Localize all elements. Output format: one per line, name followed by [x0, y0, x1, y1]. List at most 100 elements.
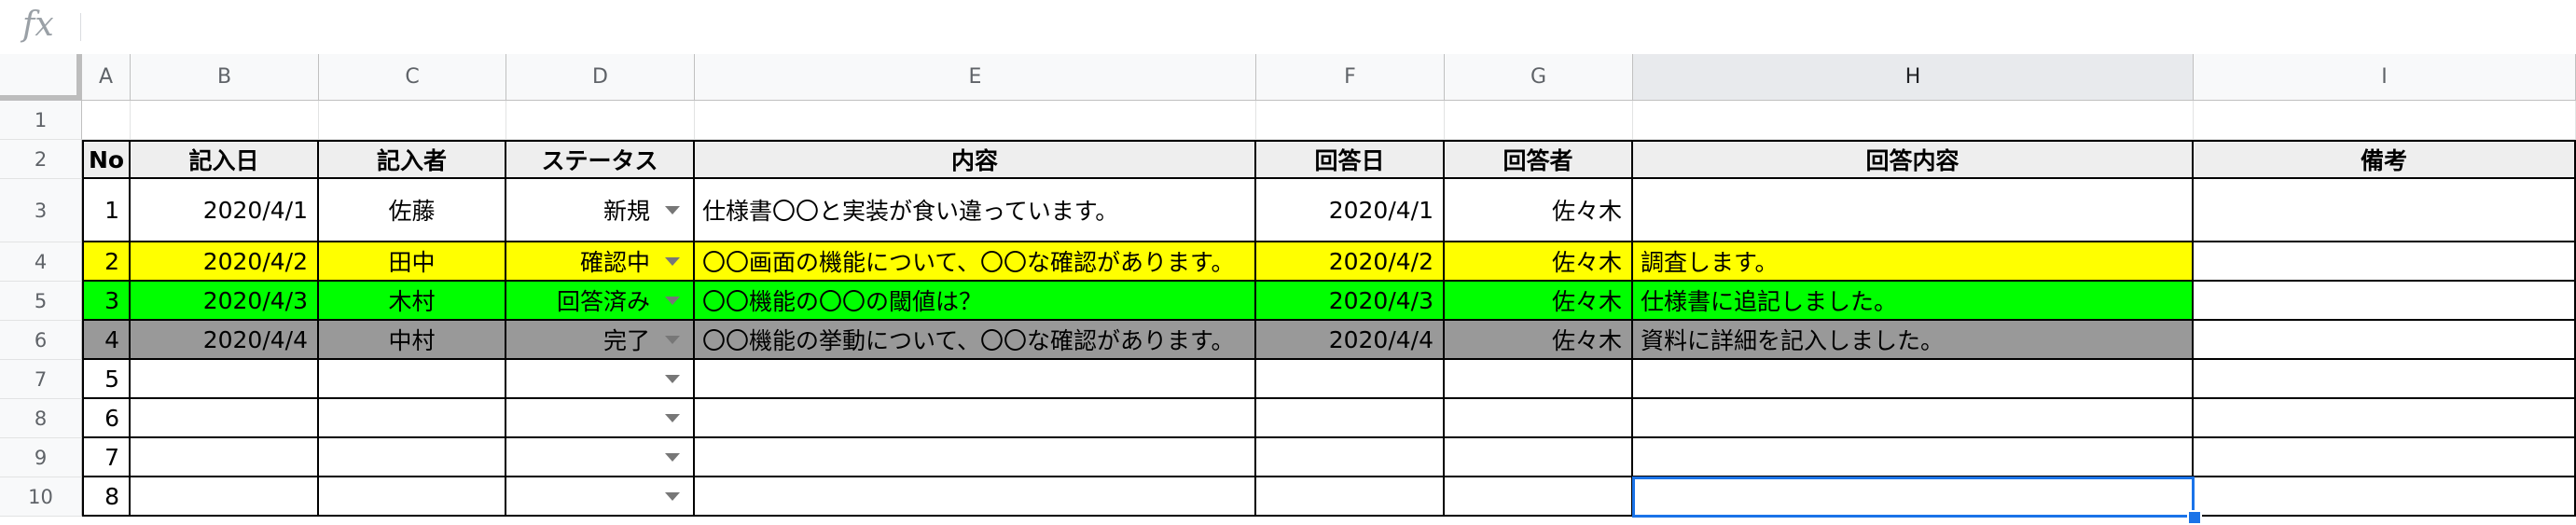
table-cell-date[interactable]: 2020/4/4: [131, 321, 319, 360]
table-header-date[interactable]: 記入日: [131, 140, 319, 179]
status-dropdown[interactable]: 回答済み: [506, 282, 695, 321]
chevron-down-icon[interactable]: [665, 206, 680, 214]
row-header[interactable]: 6: [0, 321, 82, 360]
table-cell-date[interactable]: [131, 438, 319, 477]
cell-f1[interactable]: [1256, 101, 1445, 140]
table-cell-reply_date[interactable]: [1256, 477, 1445, 517]
cell-d1[interactable]: [506, 101, 695, 140]
column-header-d[interactable]: D: [506, 54, 695, 101]
table-cell-author[interactable]: [319, 477, 506, 517]
table-cell-content[interactable]: 〇〇機能の挙動について、〇〇な確認があります。: [695, 321, 1256, 360]
row-header[interactable]: 3: [0, 179, 82, 242]
table-cell-note[interactable]: [2194, 477, 2576, 517]
table-cell-no[interactable]: 6: [82, 399, 131, 438]
table-header-author[interactable]: 記入者: [319, 140, 506, 179]
table-cell-author[interactable]: 田中: [319, 242, 506, 282]
table-cell-replier[interactable]: 佐々木: [1445, 321, 1633, 360]
column-header-b[interactable]: B: [131, 54, 319, 101]
column-header-i[interactable]: I: [2194, 54, 2576, 101]
table-header-no[interactable]: No: [82, 140, 131, 179]
table-cell-note[interactable]: [2194, 179, 2576, 242]
chevron-down-icon[interactable]: [665, 297, 680, 305]
row-header[interactable]: 7: [0, 360, 82, 399]
table-cell-author[interactable]: 木村: [319, 282, 506, 321]
table-header-reply[interactable]: 回答内容: [1633, 140, 2194, 179]
cell-h1[interactable]: [1633, 101, 2194, 140]
table-header-reply_date[interactable]: 回答日: [1256, 140, 1445, 179]
table-cell-date[interactable]: [131, 477, 319, 517]
table-header-status[interactable]: ステータス: [506, 140, 695, 179]
table-cell-date[interactable]: 2020/4/3: [131, 282, 319, 321]
table-cell-date[interactable]: 2020/4/2: [131, 242, 319, 282]
table-cell-content[interactable]: 〇〇画面の機能について、〇〇な確認があります。: [695, 242, 1256, 282]
table-cell-reply_date[interactable]: [1256, 438, 1445, 477]
table-cell-author[interactable]: 佐藤: [319, 179, 506, 242]
table-cell-author[interactable]: [319, 438, 506, 477]
column-header-a[interactable]: A: [82, 54, 131, 101]
table-cell-replier[interactable]: 佐々木: [1445, 179, 1633, 242]
cell-b1[interactable]: [131, 101, 319, 140]
table-cell-note[interactable]: [2194, 282, 2576, 321]
table-cell-reply_date[interactable]: 2020/4/3: [1256, 282, 1445, 321]
table-cell-reply_date[interactable]: [1256, 360, 1445, 399]
table-cell-no[interactable]: 5: [82, 360, 131, 399]
table-cell-reply[interactable]: 調査します。: [1633, 242, 2194, 282]
table-cell-author[interactable]: [319, 360, 506, 399]
table-cell-no[interactable]: 3: [82, 282, 131, 321]
table-cell-note[interactable]: [2194, 438, 2576, 477]
table-cell-reply[interactable]: [1633, 360, 2194, 399]
chevron-down-icon[interactable]: [665, 375, 680, 383]
cell-e1[interactable]: [695, 101, 1256, 140]
chevron-down-icon[interactable]: [665, 257, 680, 266]
table-cell-reply_date[interactable]: 2020/4/2: [1256, 242, 1445, 282]
table-cell-no[interactable]: 7: [82, 438, 131, 477]
table-cell-content[interactable]: [695, 360, 1256, 399]
cell-a1[interactable]: [82, 101, 131, 140]
table-cell-reply[interactable]: [1633, 399, 2194, 438]
table-cell-author[interactable]: [319, 399, 506, 438]
table-cell-replier[interactable]: [1445, 438, 1633, 477]
table-cell-reply_date[interactable]: 2020/4/1: [1256, 179, 1445, 242]
status-dropdown[interactable]: 新規: [506, 179, 695, 242]
table-cell-note[interactable]: [2194, 242, 2576, 282]
table-cell-no[interactable]: 1: [82, 179, 131, 242]
table-cell-content[interactable]: [695, 477, 1256, 517]
table-cell-content[interactable]: 仕様書〇〇と実装が食い違っています。: [695, 179, 1256, 242]
column-header-f[interactable]: F: [1256, 54, 1445, 101]
column-header-h[interactable]: H: [1633, 54, 2194, 101]
table-cell-content[interactable]: [695, 399, 1256, 438]
table-cell-no[interactable]: 2: [82, 242, 131, 282]
chevron-down-icon[interactable]: [665, 492, 680, 501]
status-dropdown[interactable]: [506, 399, 695, 438]
table-cell-reply_date[interactable]: 2020/4/4: [1256, 321, 1445, 360]
row-header[interactable]: 1: [0, 101, 82, 140]
row-header[interactable]: 10: [0, 477, 82, 517]
table-cell-date[interactable]: [131, 360, 319, 399]
table-cell-reply[interactable]: [1633, 438, 2194, 477]
chevron-down-icon[interactable]: [665, 414, 680, 422]
fill-handle[interactable]: [2187, 510, 2202, 525]
table-cell-note[interactable]: [2194, 360, 2576, 399]
cell-i1[interactable]: [2194, 101, 2576, 140]
status-dropdown[interactable]: 確認中: [506, 242, 695, 282]
table-cell-replier[interactable]: 佐々木: [1445, 242, 1633, 282]
table-cell-date[interactable]: 2020/4/1: [131, 179, 319, 242]
table-cell-reply[interactable]: 資料に詳細を記入しました。: [1633, 321, 2194, 360]
row-header[interactable]: 2: [0, 140, 82, 179]
formula-input[interactable]: [90, 9, 2552, 45]
table-header-content[interactable]: 内容: [695, 140, 1256, 179]
status-dropdown[interactable]: [506, 360, 695, 399]
table-cell-replier[interactable]: [1445, 360, 1633, 399]
table-cell-date[interactable]: [131, 399, 319, 438]
select-all-corner[interactable]: [0, 54, 82, 101]
table-header-note[interactable]: 備考: [2194, 140, 2576, 179]
row-header[interactable]: 9: [0, 438, 82, 477]
table-cell-no[interactable]: 8: [82, 477, 131, 517]
table-cell-reply[interactable]: 仕様書に追記しました。: [1633, 282, 2194, 321]
table-cell-note[interactable]: [2194, 321, 2576, 360]
table-cell-no[interactable]: 4: [82, 321, 131, 360]
status-dropdown[interactable]: [506, 477, 695, 517]
chevron-down-icon[interactable]: [665, 453, 680, 462]
table-cell-replier[interactable]: 佐々木: [1445, 282, 1633, 321]
row-header[interactable]: 5: [0, 282, 82, 321]
